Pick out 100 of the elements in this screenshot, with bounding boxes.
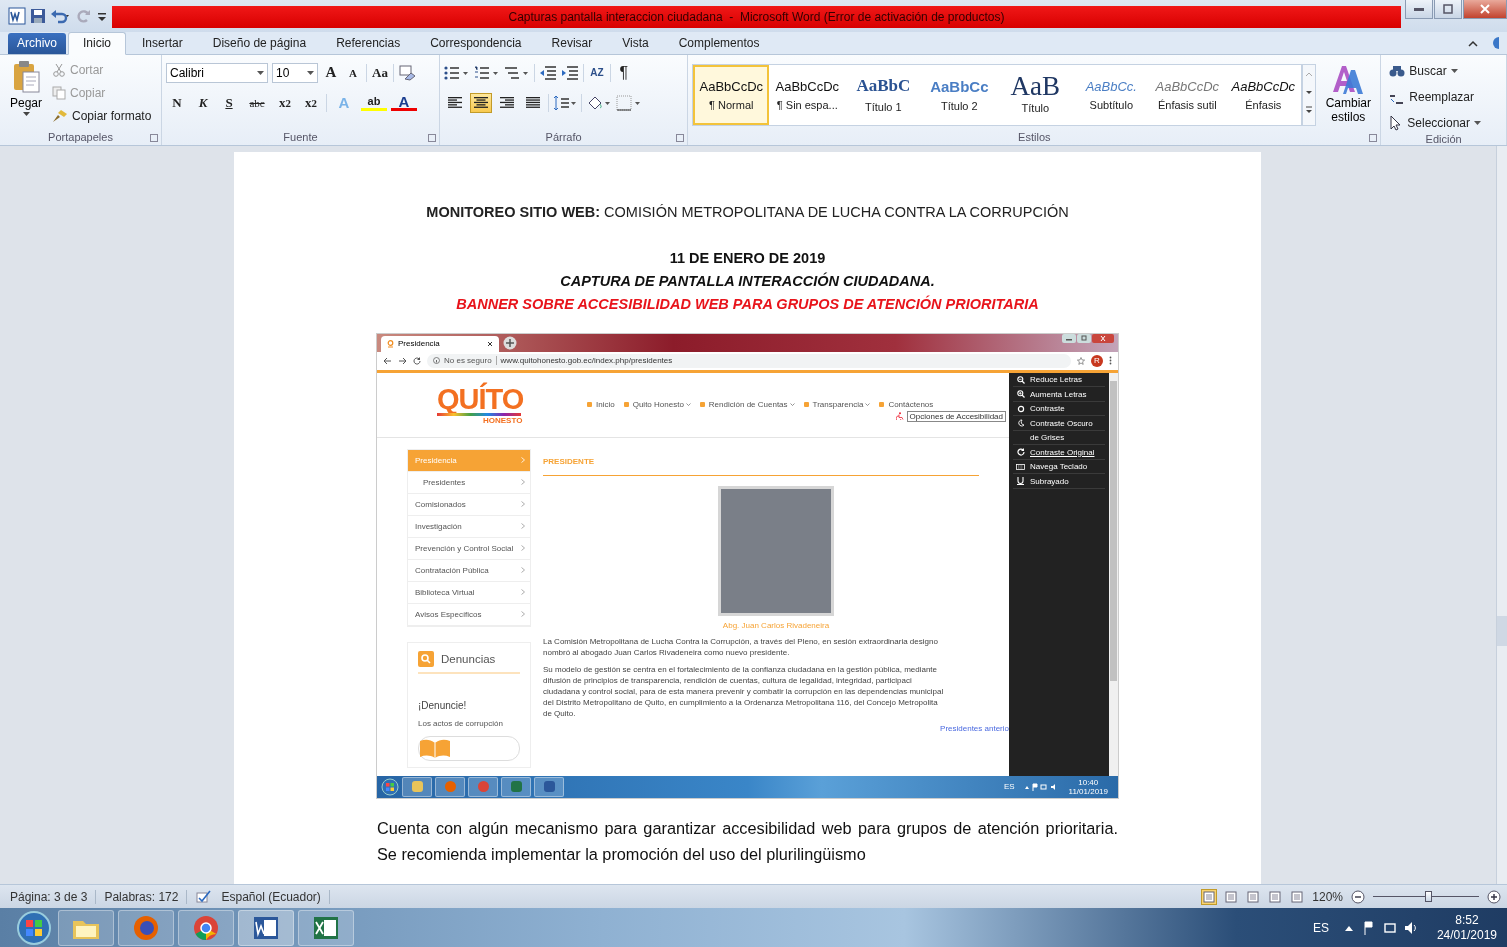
sidebar-item[interactable]: Prevención y Control Social xyxy=(408,537,530,560)
zoom-slider[interactable] xyxy=(1373,889,1479,904)
sidebar-item[interactable]: Presidentes xyxy=(408,471,530,494)
ribbon-tab[interactable]: Archivo xyxy=(8,32,66,54)
borders-icon[interactable] xyxy=(615,94,642,111)
change-styles-button[interactable]: Cambiar estilos xyxy=(1320,57,1377,129)
word-count[interactable]: Palabras: 172 xyxy=(104,889,188,904)
ribbon-tab[interactable]: Vista xyxy=(608,32,663,54)
style-item[interactable]: AaBbCcDc Énfasis xyxy=(1225,64,1302,125)
nav-link[interactable]: Rendición de Cuentas xyxy=(699,400,795,410)
view-mode-icon[interactable] xyxy=(1268,889,1283,904)
line-spacing-icon[interactable] xyxy=(552,94,577,111)
accessibility-option[interactable]: Aumenta Letras xyxy=(1013,387,1105,402)
nav-link[interactable]: Contáctenos xyxy=(879,400,934,410)
grow-font-button[interactable]: A xyxy=(322,62,340,83)
dialog-launcher-icon[interactable] xyxy=(427,133,436,142)
accessibility-option[interactable]: Contraste Original xyxy=(1013,445,1105,460)
star-icon[interactable] xyxy=(1077,356,1085,365)
language-status[interactable]: Español (Ecuador) xyxy=(221,889,330,904)
view-mode-icon[interactable] xyxy=(1224,889,1239,904)
nav-link[interactable]: Transparencia xyxy=(803,400,871,410)
menu-icon[interactable] xyxy=(1109,356,1112,366)
accessibility-option[interactable]: Contraste xyxy=(1013,401,1105,417)
tray-icons[interactable] xyxy=(1023,782,1058,791)
text-effect-button[interactable]: A xyxy=(391,94,417,111)
clear-format-icon[interactable] xyxy=(398,64,416,81)
input-language[interactable]: ES xyxy=(1312,920,1329,935)
page-count[interactable]: Página: 3 de 3 xyxy=(10,889,97,904)
text-effect-button[interactable]: ab xyxy=(361,94,387,111)
taskbar-button[interactable] xyxy=(298,909,354,946)
forward-icon[interactable] xyxy=(398,356,407,365)
taskbar-button[interactable] xyxy=(501,776,531,797)
show-formatting-button[interactable]: ¶ xyxy=(614,62,633,83)
taskbar-button[interactable] xyxy=(238,909,294,946)
start-button[interactable] xyxy=(381,777,399,796)
style-item[interactable]: AaBbC Título 1 xyxy=(845,64,922,125)
accessibility-option[interactable]: de Grises xyxy=(1013,430,1105,446)
sidebar-item[interactable]: Comisionados xyxy=(408,493,530,516)
align-button[interactable] xyxy=(469,92,492,113)
ribbon-tab[interactable]: Revisar xyxy=(537,32,607,54)
editing-button[interactable]: Reemplazar xyxy=(1389,86,1502,107)
shrink-font-button[interactable]: A xyxy=(344,62,362,83)
undo-icon[interactable] xyxy=(50,7,72,24)
taskbar-button[interactable] xyxy=(58,909,114,946)
minimize-button[interactable] xyxy=(1405,0,1433,19)
format-button[interactable]: S xyxy=(218,92,240,113)
zoom-out-icon[interactable] xyxy=(1351,889,1365,904)
sidebar-item[interactable]: Investigación xyxy=(408,515,530,538)
nav-link[interactable]: Quito Honesto xyxy=(623,400,691,410)
close-button[interactable] xyxy=(1092,333,1114,343)
word-icon[interactable] xyxy=(8,6,26,25)
save-icon[interactable] xyxy=(30,7,46,24)
format-button[interactable]: abc xyxy=(244,92,270,113)
format-button[interactable]: K xyxy=(192,92,214,113)
format-button[interactable]: N xyxy=(166,92,188,113)
style-item[interactable]: AaB Título xyxy=(997,64,1074,125)
close-icon[interactable] xyxy=(487,340,493,347)
ribbon-tab[interactable]: Correspondencia xyxy=(416,32,536,54)
taskbar-button[interactable] xyxy=(402,776,432,797)
increase-indent-icon[interactable] xyxy=(560,64,579,81)
accessibility-option[interactable]: Navega Teclado xyxy=(1013,459,1105,475)
profile-avatar[interactable]: R xyxy=(1091,354,1103,367)
accessibility-option[interactable]: Contraste Oscuro xyxy=(1013,416,1105,431)
dialog-launcher-icon[interactable] xyxy=(150,133,158,142)
ribbon-tab[interactable]: Inicio xyxy=(68,31,127,55)
back-icon[interactable] xyxy=(383,356,392,365)
decrease-indent-icon[interactable] xyxy=(538,64,557,81)
dialog-launcher-icon[interactable] xyxy=(676,133,685,142)
accessibility-option[interactable]: Subrayado xyxy=(1013,474,1105,489)
view-mode-icon[interactable] xyxy=(1290,889,1305,904)
multilevel-list-icon[interactable] xyxy=(503,64,530,81)
ribbon-tab[interactable]: Complementos xyxy=(664,32,774,54)
style-item[interactable]: AaBbCcDc ¶ Sin espa... xyxy=(769,64,846,125)
sidebar-item[interactable]: Contratación Pública xyxy=(408,559,530,582)
font-family-field[interactable]: Calibri xyxy=(166,62,268,83)
start-button[interactable] xyxy=(14,909,54,946)
ribbon-tab[interactable]: Diseño de página xyxy=(198,32,321,54)
taskbar-button[interactable] xyxy=(118,909,174,946)
browser-tab[interactable]: Presidencia xyxy=(381,335,499,352)
clipboard-button[interactable]: Copiar formato xyxy=(52,105,152,126)
previous-presidents-link[interactable]: Presidentes anterio xyxy=(940,723,1009,733)
view-mode-icon[interactable] xyxy=(1202,889,1217,904)
close-button[interactable] xyxy=(1463,0,1507,19)
change-case-button[interactable]: Aa xyxy=(371,62,389,83)
maximize-button[interactable] xyxy=(1434,0,1462,19)
numbering-icon[interactable] xyxy=(473,64,500,81)
font-size-field[interactable]: 10 xyxy=(272,62,318,83)
editing-button[interactable]: Seleccionar xyxy=(1389,112,1502,133)
style-item[interactable]: AaBbCcDc ¶ Normal xyxy=(693,64,770,125)
tray-icons[interactable] xyxy=(1342,919,1419,936)
zoom-in-icon[interactable] xyxy=(1487,889,1501,904)
view-mode-icon[interactable] xyxy=(1246,889,1261,904)
sidebar-item[interactable]: Avisos Específicos xyxy=(408,603,530,626)
taskbar-button[interactable] xyxy=(534,776,564,797)
ribbon-tab[interactable]: Insertar xyxy=(128,32,197,54)
style-item[interactable]: AaBbCc Título 2 xyxy=(921,64,998,125)
style-item[interactable]: AaBbCcDc Énfasis sutil xyxy=(1149,64,1226,125)
paste-button[interactable]: Pegar xyxy=(4,57,48,129)
proofing-icon[interactable] xyxy=(195,889,214,904)
accessibility-icon[interactable] xyxy=(895,412,904,421)
